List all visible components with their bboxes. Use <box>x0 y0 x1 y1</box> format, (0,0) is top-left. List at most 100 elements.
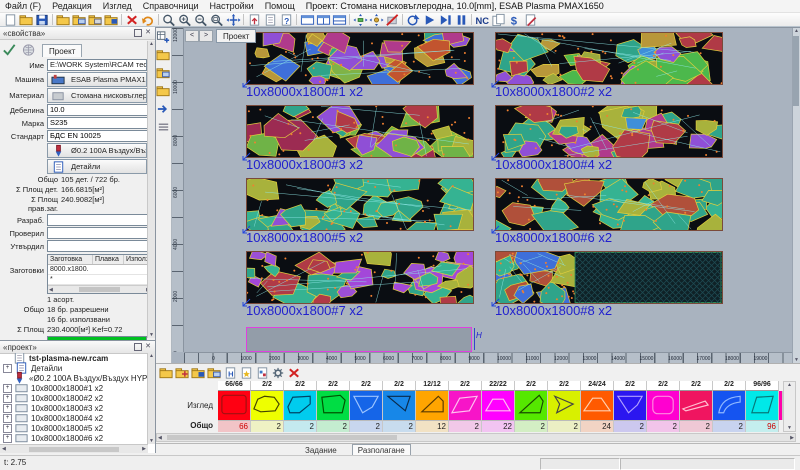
palette-vscrollbar[interactable]: ▲▼ <box>783 381 796 432</box>
win-2-icon[interactable] <box>315 13 331 26</box>
canvas-viewport[interactable]: 10x8000x1800#1 x2 10x8000x1800#2 x2 10x800… <box>184 28 792 352</box>
part-thumbnail[interactable] <box>383 391 416 420</box>
maximize-icon[interactable] <box>134 29 142 37</box>
doc-star-icon[interactable] <box>238 366 254 379</box>
win-3-icon[interactable] <box>331 13 347 26</box>
approver-field[interactable] <box>47 240 150 252</box>
part-thumbnail[interactable] <box>614 391 647 420</box>
play-end-icon[interactable] <box>437 13 453 26</box>
part-thumbnail[interactable] <box>350 391 383 420</box>
part-thumbnail[interactable] <box>317 391 350 420</box>
checker-field[interactable] <box>47 227 150 239</box>
menu-item-1[interactable]: Редакция <box>52 1 92 11</box>
grade-field[interactable] <box>47 117 150 129</box>
close-icon[interactable]: ✕ <box>144 29 152 37</box>
close-icon[interactable]: ✕ <box>144 343 152 351</box>
sheet-label[interactable]: 10x8000x1800#3 x2 <box>246 157 363 172</box>
gear-icon[interactable] <box>270 366 286 379</box>
empty-plate[interactable] <box>246 327 472 352</box>
list-icon[interactable] <box>156 120 171 136</box>
material-button[interactable]: Стомана нисковъглеродна <box>47 88 147 103</box>
part-thumbnail[interactable] <box>746 391 779 420</box>
folder-win-icon[interactable] <box>71 13 87 26</box>
process-button[interactable]: Ø0.2 100A Въздух/Въздух HYPE <box>47 143 147 158</box>
move-b-icon[interactable] <box>368 13 384 26</box>
sheet-label[interactable]: 10x8000x1800#6 x2 <box>495 230 612 245</box>
sheet-label[interactable]: 10x8000x1800#5 x2 <box>246 230 363 245</box>
nesting-sheet[interactable] <box>246 32 474 85</box>
sheet-label[interactable]: 10x8000x1800#8 x2 <box>495 303 612 318</box>
machine-button[interactable]: ESAB Plasma PMAX1650 <box>47 72 147 87</box>
menu-item-0[interactable]: Файл (F) <box>5 1 41 11</box>
tree-expander-icon[interactable]: + <box>3 404 12 413</box>
doc-up-icon[interactable] <box>246 13 262 26</box>
maximize-icon[interactable] <box>134 343 142 351</box>
tab-project[interactable]: Проект <box>42 44 82 57</box>
red-x-icon[interactable] <box>286 366 302 379</box>
move-a-icon[interactable] <box>352 13 368 26</box>
doc-plain-icon[interactable] <box>262 13 278 26</box>
nesting-sheet[interactable] <box>246 105 474 158</box>
part-thumbnail[interactable] <box>581 391 614 420</box>
nesting-canvas[interactable]: 020004000600080001000012000 10x8000x1800… <box>156 27 800 363</box>
zoom-icon[interactable] <box>161 13 177 26</box>
project-tree-vscrollbar[interactable]: ▲▼ <box>147 353 155 444</box>
grid-plus-icon[interactable] <box>156 30 171 46</box>
blanks-row[interactable]: 8000.x1800. <box>48 265 151 275</box>
palette-hscrollbar[interactable]: ◀ ▶ <box>156 433 796 442</box>
part-thumbnail[interactable] <box>416 391 449 420</box>
canvas-tab-project[interactable]: Проект <box>216 29 256 43</box>
standard-field[interactable] <box>47 130 150 142</box>
run-loop-icon[interactable] <box>405 13 421 26</box>
menu-item-3[interactable]: Справочници <box>143 1 199 11</box>
folder-save-icon[interactable] <box>103 13 119 26</box>
part-thumbnail[interactable] <box>515 391 548 420</box>
part-thumbnail[interactable] <box>284 391 317 420</box>
play-icon[interactable] <box>421 13 437 26</box>
folder-open-icon[interactable] <box>55 13 71 26</box>
nesting-sheet[interactable] <box>495 105 723 158</box>
part-thumbnail[interactable] <box>251 391 284 420</box>
part-thumbnail[interactable] <box>482 391 515 420</box>
sheet-label[interactable]: 10x8000x1800#1 x2 <box>246 84 363 99</box>
details-button[interactable]: Детайли <box>47 159 147 174</box>
tree-expander-icon[interactable]: + <box>3 384 12 393</box>
part-thumbnail[interactable] <box>647 391 680 420</box>
zoom-rect-icon[interactable] <box>209 13 225 26</box>
pause-icon[interactable] <box>453 13 469 26</box>
part-thumbnail[interactable] <box>680 391 713 420</box>
page-new-icon[interactable] <box>2 13 18 26</box>
globe-icon[interactable] <box>22 43 37 57</box>
doc-edit-icon[interactable] <box>522 13 538 26</box>
blanks-row[interactable]: * <box>48 275 151 285</box>
tree-expander-icon[interactable]: + <box>3 414 12 423</box>
zoom-in-icon[interactable] <box>177 13 193 26</box>
folder-open-icon[interactable] <box>156 84 171 100</box>
pan-icon[interactable] <box>225 13 241 26</box>
tree-expander-icon[interactable]: + <box>3 424 12 433</box>
sheet-label[interactable]: 10x8000x1800#4 x2 <box>495 157 612 172</box>
dollar-icon[interactable]: $ <box>506 13 522 26</box>
doc-h-icon[interactable]: H <box>222 366 238 379</box>
folder-open-icon[interactable] <box>18 13 34 26</box>
tree-expander-icon[interactable]: + <box>3 364 12 373</box>
nesting-sheet[interactable] <box>495 178 723 231</box>
folder-open-icon[interactable] <box>156 48 171 64</box>
part-thumbnail[interactable] <box>218 391 251 420</box>
menu-item-2[interactable]: Изглед <box>103 1 132 11</box>
export-icon[interactable] <box>156 102 171 118</box>
apply-check-icon[interactable] <box>2 43 17 57</box>
sheet-label[interactable]: 10x8000x1800#2 x2 <box>495 84 612 99</box>
doc-copy-icon[interactable] <box>490 13 506 26</box>
doc-img-icon[interactable] <box>254 366 270 379</box>
menu-item-5[interactable]: Помощ <box>265 1 295 11</box>
nav-prev-button[interactable]: < <box>185 30 199 42</box>
properties-scrollbar[interactable]: ▲▼ <box>147 41 155 338</box>
folder-save-icon[interactable] <box>190 366 206 379</box>
folder-print-icon[interactable] <box>87 13 103 26</box>
doc-check-icon[interactable]: ? <box>278 13 294 26</box>
canvas-vscrollbar-thumb[interactable] <box>793 36 799 106</box>
menu-item-4[interactable]: Настройки <box>210 1 254 11</box>
win-1-icon[interactable] <box>299 13 315 26</box>
folder-win-icon[interactable] <box>156 66 171 82</box>
